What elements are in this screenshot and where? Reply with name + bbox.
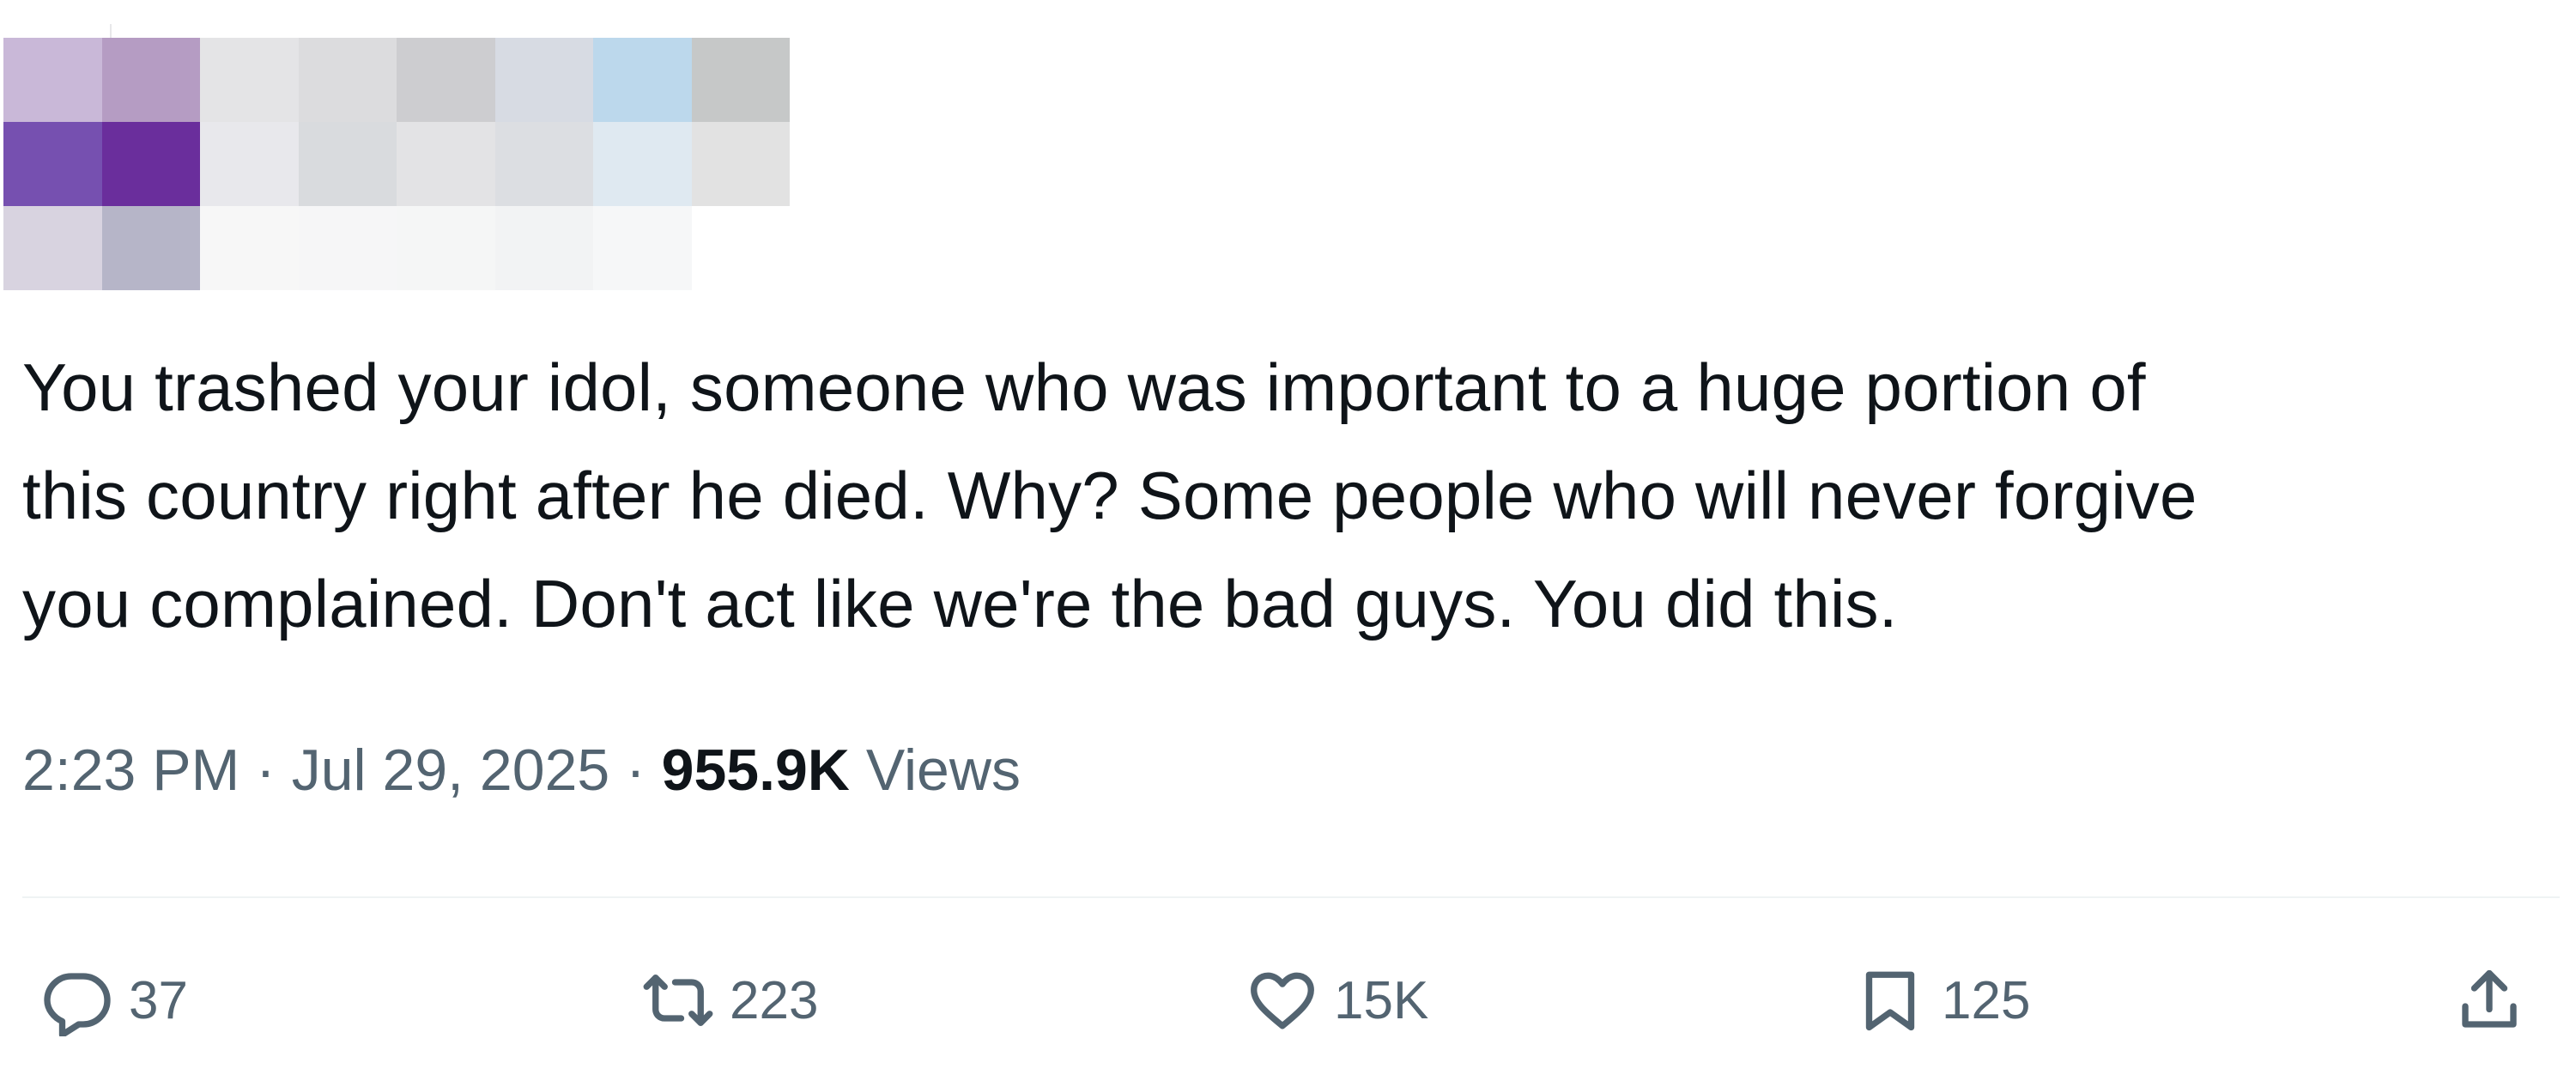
censor-pixel <box>397 38 495 122</box>
share-upload-icon <box>2462 969 2517 1028</box>
bookmark-button[interactable]: 125 <box>1854 944 2030 1056</box>
censor-pixel <box>397 206 495 290</box>
tweet-date[interactable]: Jul 29, 2025 <box>292 738 610 803</box>
views-label: Views <box>849 738 1021 803</box>
retweet-button[interactable]: 223 <box>642 944 818 1056</box>
like-button[interactable]: 15K <box>1246 944 1428 1056</box>
retweet-count: 223 <box>730 970 819 1030</box>
like-count: 15K <box>1334 970 1429 1030</box>
censor-pixel <box>200 122 299 206</box>
censor-pixel <box>101 38 200 122</box>
bookmark-icon <box>1865 971 1915 1031</box>
censor-pixel <box>494 206 593 290</box>
censor-pixel <box>494 38 593 122</box>
censor-pixel <box>3 206 102 290</box>
censor-pixel <box>593 38 692 122</box>
censor-pixel <box>101 122 200 206</box>
tweet-time[interactable]: 2:23 PM <box>22 738 239 803</box>
reply-bubble-icon <box>44 973 111 1036</box>
tweet: You trashed your idol, someone who was i… <box>0 0 2576 1081</box>
censor-pixel <box>3 122 102 206</box>
censor-pixel <box>691 38 790 122</box>
censor-pixel <box>397 122 495 206</box>
censor-pixel <box>298 122 397 206</box>
censor-pixel <box>101 206 200 290</box>
censor-pixel <box>298 38 397 122</box>
censor-pixel <box>691 206 790 290</box>
meta-separator: · <box>609 738 662 803</box>
reply-count: 37 <box>129 970 188 1030</box>
tweet-text: You trashed your idol, someone who was i… <box>22 349 2197 641</box>
tweet-actions: 37 223 15K 125 <box>0 944 2576 1056</box>
censor-pixel <box>593 206 692 290</box>
meta-separator: · <box>239 738 292 803</box>
bookmark-count: 125 <box>1942 970 2031 1030</box>
retweet-arrows-icon <box>643 975 713 1026</box>
censor-pixel <box>3 38 102 122</box>
tweet-meta: 2:23 PM · Jul 29, 2025 · 955.9K Views <box>22 732 1021 809</box>
censor-pixel <box>494 122 593 206</box>
censor-pixel <box>200 206 299 290</box>
share-button[interactable] <box>2453 944 2525 1056</box>
censor-pixel <box>691 122 790 206</box>
divider <box>22 896 2560 898</box>
thread-connector-line <box>110 24 112 38</box>
views-count[interactable]: 955.9K <box>662 738 850 803</box>
censored-author-header[interactable] <box>3 38 790 290</box>
reply-button[interactable]: 37 <box>41 944 188 1056</box>
censor-pixel <box>298 206 397 290</box>
censor-pixel <box>593 122 692 206</box>
censor-pixel <box>200 38 299 122</box>
heart-icon <box>1251 972 1314 1029</box>
